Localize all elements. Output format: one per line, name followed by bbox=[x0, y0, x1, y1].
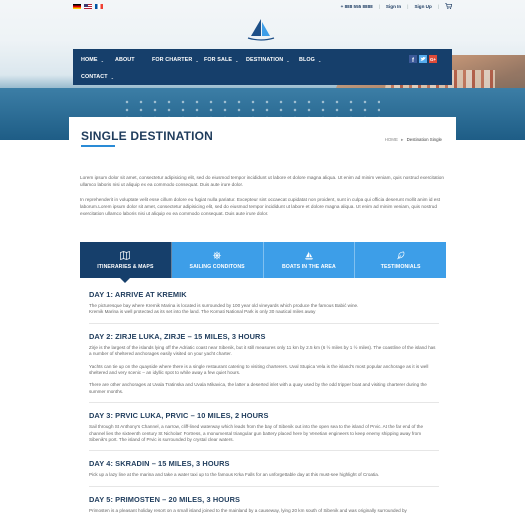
day-title: DAY 1: ARRIVE AT KREMIK bbox=[89, 290, 187, 299]
nav-item-home[interactable]: HOME ⌄ bbox=[81, 57, 104, 63]
page-title: SINGLE DESTINATION bbox=[81, 129, 214, 143]
top-bar: + 888 555 8888 | Sign In | Sign Up | bbox=[0, 0, 525, 14]
breadcrumb: HOME ▸ Destination Single bbox=[385, 137, 442, 143]
chevron-down-icon: ⌄ bbox=[235, 57, 239, 63]
day-paragraph: The picturesque bay where Kremik Marina … bbox=[89, 303, 359, 315]
cart-icon[interactable] bbox=[445, 3, 452, 9]
tab-label: BOATS IN THE AREA bbox=[281, 263, 336, 270]
divider bbox=[89, 450, 439, 452]
chevron-down-icon: ⌄ bbox=[110, 74, 115, 80]
nav-item-blog[interactable]: BLOG ⌄ bbox=[299, 57, 321, 63]
divider bbox=[89, 485, 439, 487]
day-paragraph: Pick up a lazy line at the marina and ta… bbox=[89, 472, 380, 478]
day-title: DAY 5: PRIMOSTEN – 20 MILES, 3 HOURS bbox=[89, 494, 241, 504]
chevron-down-icon: ⌄ bbox=[286, 57, 290, 63]
facebook-icon[interactable]: f bbox=[409, 55, 417, 63]
yacht-sailing-logo[interactable] bbox=[243, 18, 279, 44]
chevron-down-icon: ⌄ bbox=[317, 57, 322, 63]
german-flag-icon[interactable] bbox=[73, 4, 81, 9]
nav-label: FOR CHARTER bbox=[152, 57, 193, 63]
google-plus-icon[interactable]: G+ bbox=[429, 55, 437, 63]
nav-item-for-sale[interactable]: FOR SALE ⌄ bbox=[204, 57, 239, 63]
page-header: SINGLE DESTINATION HOME ▸ Destination Si… bbox=[69, 117, 456, 163]
map-icon bbox=[120, 250, 131, 260]
sign-up-link[interactable]: Sign Up bbox=[414, 4, 431, 9]
breadcrumb-home-link[interactable]: HOME bbox=[385, 137, 398, 142]
day-title: DAY 4: SKRADIN – 15 MILES, 3 HOURS bbox=[89, 459, 230, 469]
separator: | bbox=[378, 3, 380, 9]
day-title: DAY 2: ZIRJE LUKA, ZIRJE – 15 MILES, 3 H… bbox=[89, 331, 266, 341]
tab-itineraries-maps[interactable]: ITINERARIES & MAPS bbox=[80, 242, 172, 283]
destination-tabs: ITINERARIES & MAPS SAILING CONDITONS BOA… bbox=[80, 242, 446, 283]
sailboat-icon bbox=[304, 250, 313, 260]
us-flag-icon[interactable] bbox=[84, 4, 92, 9]
breadcrumb-separator-icon: ▸ bbox=[401, 137, 404, 142]
nav-label: CONTACT bbox=[81, 74, 108, 80]
tab-testimonials[interactable]: TESTIMONIALS bbox=[355, 242, 446, 278]
separator: | bbox=[407, 3, 409, 9]
nav-label: BLOG bbox=[299, 57, 315, 63]
moored-boats-image bbox=[120, 98, 380, 118]
french-flag-icon[interactable] bbox=[95, 4, 103, 9]
intro-paragraph-1: Lorem ipsum dolor sit amet, consectetur … bbox=[80, 175, 444, 187]
sign-in-link[interactable]: Sign In bbox=[386, 4, 401, 9]
separator: | bbox=[437, 3, 439, 9]
divider bbox=[89, 322, 439, 324]
nav-item-for-charter[interactable]: FOR CHARTER ⌄ bbox=[152, 57, 199, 63]
nav-label: DESTINATION bbox=[246, 57, 284, 63]
tab-boats-in-area[interactable]: BOATS IN THE AREA bbox=[263, 242, 356, 278]
twitter-icon[interactable] bbox=[419, 55, 427, 63]
title-underline bbox=[81, 145, 115, 147]
main-navigation: HOME ⌄ ABOUT FOR CHARTER ⌄ FOR SALE ⌄ DE… bbox=[73, 49, 452, 85]
nav-label: FOR SALE bbox=[204, 57, 233, 63]
day-title: DAY 3: PRVIC LUKA, PRVIC – 10 MILES, 2 H… bbox=[89, 411, 269, 421]
nav-item-contact[interactable]: CONTACT ⌄ bbox=[81, 74, 114, 80]
breadcrumb-current: Destination Single bbox=[406, 137, 442, 142]
svg-text:G+: G+ bbox=[430, 57, 436, 62]
day-paragraph: Yachts can tie up on the quayside where … bbox=[89, 363, 429, 376]
helm-icon bbox=[213, 250, 222, 260]
account-links: + 888 555 8888 | Sign In | Sign Up | bbox=[341, 3, 452, 9]
nav-item-about[interactable]: ABOUT bbox=[115, 57, 135, 63]
day-paragraph: Zirje is the largest of the islands lyin… bbox=[89, 344, 436, 357]
tab-sailing-conditions[interactable]: SAILING CONDITONS bbox=[171, 242, 264, 278]
itinerary-content: DAY 1: ARRIVE AT KREMIK The picturesque … bbox=[89, 290, 439, 514]
language-switcher bbox=[73, 4, 103, 9]
chevron-down-icon: ⌄ bbox=[195, 57, 199, 63]
day-paragraph: Sail through St Anthony's Channel, a nar… bbox=[89, 424, 424, 443]
phone-number: + 888 555 8888 bbox=[340, 3, 373, 9]
tab-label: ITINERARIES & MAPS bbox=[97, 263, 154, 270]
day-paragraph: There are other anchorages at Uvala Trat… bbox=[89, 382, 427, 394]
intro-paragraph-2: In reprehenderit in voluptate velit esse… bbox=[80, 197, 441, 216]
nav-label: ABOUT bbox=[115, 57, 135, 63]
nav-item-destination[interactable]: DESTINATION ⌄ bbox=[246, 57, 290, 63]
tab-label: TESTIMONIALS bbox=[380, 263, 421, 270]
quote-icon bbox=[396, 251, 404, 259]
nav-label: HOME bbox=[81, 57, 98, 63]
tab-label: SAILING CONDITONS bbox=[189, 263, 245, 270]
divider bbox=[89, 402, 439, 404]
chevron-down-icon: ⌄ bbox=[100, 57, 105, 63]
day-paragraph: Primosten is a pleasant holiday resort o… bbox=[89, 507, 407, 513]
